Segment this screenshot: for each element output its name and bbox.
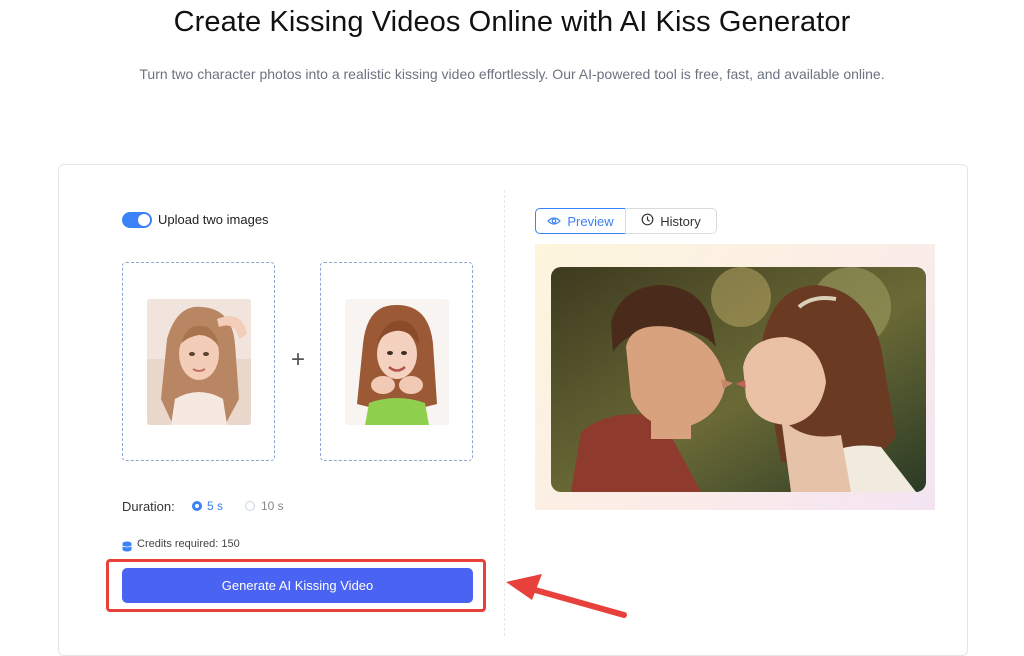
tab-preview[interactable]: Preview — [535, 208, 626, 234]
duration-5s-label[interactable]: 5 s — [207, 499, 223, 513]
eye-icon — [547, 214, 562, 229]
coins-icon — [122, 539, 132, 552]
preview-video-thumbnail[interactable] — [551, 267, 926, 492]
page-subtitle: Turn two character photos into a realist… — [139, 66, 885, 82]
duration-label: Duration: — [122, 499, 175, 514]
upload-box-second[interactable] — [320, 262, 473, 461]
toggle-knob — [138, 214, 150, 226]
duration-5s-radio[interactable] — [192, 501, 202, 511]
duration-10s-radio[interactable] — [245, 501, 255, 511]
duration-10s-label[interactable]: 10 s — [261, 499, 284, 513]
generate-kissing-video-button[interactable]: Generate AI Kissing Video — [122, 568, 473, 603]
tab-preview-label: Preview — [567, 213, 614, 229]
credits-required-text: Credits required: 150 — [137, 538, 240, 550]
red-arrow-annotation — [506, 574, 627, 618]
uploaded-photo-first — [147, 299, 251, 425]
tab-history-label: History — [660, 213, 701, 229]
history-icon — [641, 213, 654, 229]
page-title: Create Kissing Videos Online with AI Kis… — [173, 6, 851, 38]
uploaded-photo-second — [345, 299, 449, 425]
toggle-label: Upload two images — [158, 212, 269, 227]
tab-history[interactable]: History — [625, 208, 717, 234]
upload-box-first[interactable] — [122, 262, 275, 461]
upload-two-images-toggle[interactable] — [122, 212, 152, 228]
plus-icon: + — [290, 346, 305, 373]
